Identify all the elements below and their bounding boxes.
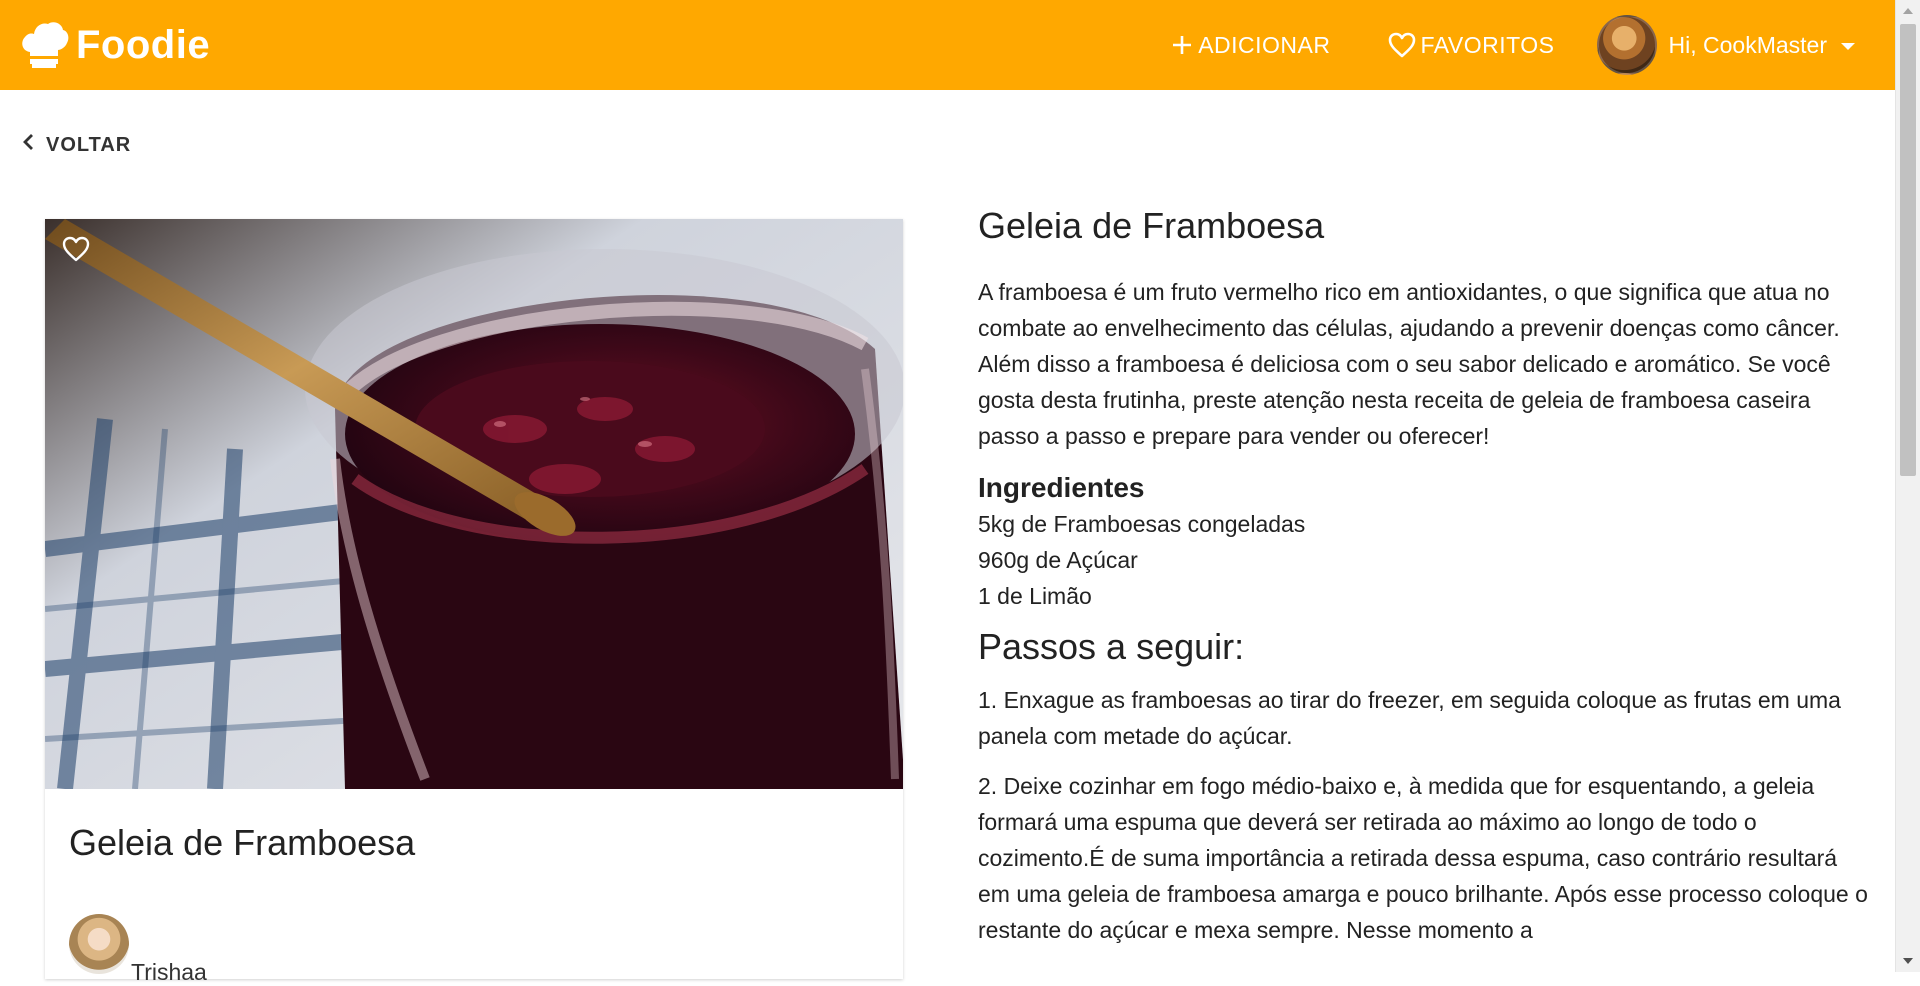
- scroll-down-icon[interactable]: [1903, 958, 1913, 964]
- top-nav: ADICIONAR FAVORITOS Hi, CookMaster: [1114, 0, 1877, 90]
- plus-icon: [1170, 33, 1194, 57]
- app-header: Foodie ADICIONAR FAVORITOS Hi, CookMaste…: [0, 0, 1895, 90]
- add-recipe-button[interactable]: ADICIONAR: [1170, 32, 1330, 59]
- recipe-photo: [45, 219, 903, 789]
- recipe-detail: Geleia de Framboesa A framboesa é um fru…: [978, 205, 1868, 962]
- author-name: Trishaa: [131, 959, 207, 985]
- avatar: [1596, 15, 1657, 75]
- user-menu[interactable]: Hi, CookMaster: [1596, 15, 1855, 75]
- recipe-title: Geleia de Framboesa: [978, 205, 1325, 246]
- add-recipe-label: ADICIONAR: [1198, 31, 1331, 58]
- user-greeting: Hi, CookMaster: [1668, 31, 1827, 58]
- favorites-label: FAVORITOS: [1420, 31, 1555, 58]
- avatar: [69, 914, 129, 974]
- scroll-thumb[interactable]: [1900, 24, 1916, 476]
- steps-heading: Passos a seguir:: [978, 626, 1245, 667]
- scroll-up-icon[interactable]: [1903, 8, 1913, 14]
- heart-outline-icon: [1387, 31, 1417, 59]
- brand-name: Foodie: [76, 22, 211, 67]
- step-item: 1. Enxague as framboesas ao tirar do fre…: [978, 687, 1841, 749]
- brand-logo[interactable]: Foodie: [18, 18, 210, 72]
- back-button[interactable]: VOLTAR: [22, 133, 131, 157]
- favorites-button[interactable]: FAVORITOS: [1387, 31, 1555, 59]
- ingredients-list: 5kg de Framboesas congeladas 960g de Açú…: [978, 506, 1868, 614]
- ingredients-heading: Ingredientes: [978, 472, 1145, 503]
- ingredient-item: 960g de Açúcar: [978, 547, 1138, 573]
- card-title: Geleia de Framboesa: [69, 822, 416, 863]
- ingredient-item: 1 de Limão: [978, 583, 1092, 609]
- chevron-left-icon: [22, 133, 36, 157]
- recipe-card: Geleia de Framboesa Trishaa: [45, 219, 903, 985]
- ingredient-item: 5kg de Framboesas congeladas: [978, 511, 1306, 537]
- author: Trishaa: [69, 914, 207, 985]
- back-label: VOLTAR: [46, 133, 132, 156]
- favorite-outline-icon[interactable]: [61, 235, 91, 263]
- recipe-description: A framboesa é um fruto vermelho rico em …: [978, 279, 1840, 449]
- chevron-down-icon: [1841, 42, 1855, 50]
- page-scrollbar[interactable]: [1895, 0, 1920, 972]
- step-item: 2. Deixe cozinhar em fogo médio-baixo e,…: [978, 773, 1868, 943]
- chef-hat-icon: [18, 18, 70, 72]
